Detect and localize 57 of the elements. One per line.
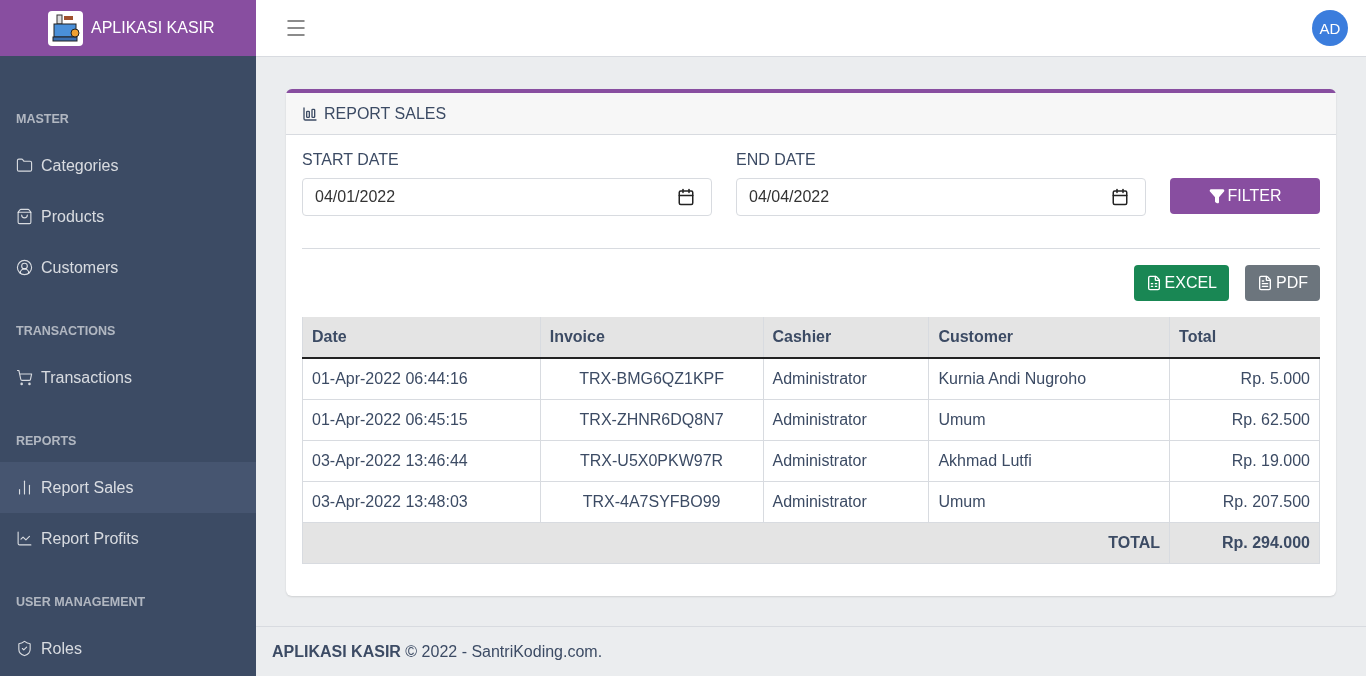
line-chart-icon [16,530,33,547]
cart-icon [16,369,33,386]
bar-chart-icon [302,105,318,122]
filter-button[interactable]: FILTER [1170,178,1320,214]
calendar-icon[interactable] [1111,188,1129,206]
folder-icon [16,157,33,174]
total-label: TOTAL [302,522,1170,563]
excel-button[interactable]: EXCEL [1133,265,1229,301]
table-cell: Administrator [763,358,929,399]
table-cell: 03-Apr-2022 13:46:44 [302,440,541,481]
bag-icon [16,208,33,225]
calendar-icon[interactable] [677,188,695,206]
field-label: END DATE [736,151,817,169]
table-cell: Administrator [763,440,929,481]
table-cell: Akhmad Lutfi [928,440,1170,481]
nav-section-title: TRANSACTIONS [15,323,117,340]
column-header: Invoice [540,317,763,358]
table-cell: Umum [928,399,1170,440]
column-header: Date [302,317,541,358]
table-cell: Administrator [763,481,929,522]
table-cell: Rp. 5.000 [1169,358,1320,399]
table-cell: TRX-BMG6QZ1KPF [540,358,763,399]
document-file-icon [1257,275,1273,291]
table-cell: TRX-U5X0PKW97R [540,440,763,481]
table-cell: Umum [928,481,1170,522]
table-cell: 01-Apr-2022 06:44:16 [302,358,541,399]
card-title: REPORT SALES [324,104,447,123]
table-cell: Rp. 62.500 [1169,399,1320,440]
nav-section-title: USER MANAGEMENT [15,594,147,611]
table-cell: Kurnia Andi Nugroho [928,358,1170,399]
field-label: START DATE [302,151,400,169]
nav-section-title: REPORTS [15,433,78,450]
bar-chart-icon [16,479,33,496]
filter-icon [1208,188,1225,204]
app-title: APLIKASI KASIR [91,19,215,37]
shield-check-icon [16,640,33,657]
nav-item[interactable]: Report Sales [0,462,256,513]
table-cell: Administrator [763,399,929,440]
cash-register-logo [48,10,83,46]
table-cell: TRX-4A7SYFBO99 [540,481,763,522]
date-field[interactable]: 04/04/2022 [736,178,1146,216]
table-cell: Rp. 19.000 [1169,440,1320,481]
user-circle-icon [16,259,33,276]
nav-section-title: MASTER [15,111,70,128]
table-cell: 03-Apr-2022 13:48:03 [302,481,541,522]
table-cell: TRX-ZHNR6DQ8N7 [540,399,763,440]
total-value: Rp. 294.000 [1169,522,1320,563]
column-header: Cashier [763,317,929,358]
table-cell: 01-Apr-2022 06:45:15 [302,399,541,440]
pdf-button[interactable]: PDF [1245,265,1320,301]
user-avatar[interactable]: AD [1312,10,1348,46]
column-header: Total [1169,317,1320,358]
column-header: Customer [928,317,1170,358]
date-field[interactable]: 04/01/2022 [302,178,712,216]
spreadsheet-file-icon [1145,275,1162,291]
footer-text: APLIKASI KASIR © 2022 - SantriKoding.com. [272,642,603,661]
table-cell: Rp. 207.500 [1169,481,1320,522]
